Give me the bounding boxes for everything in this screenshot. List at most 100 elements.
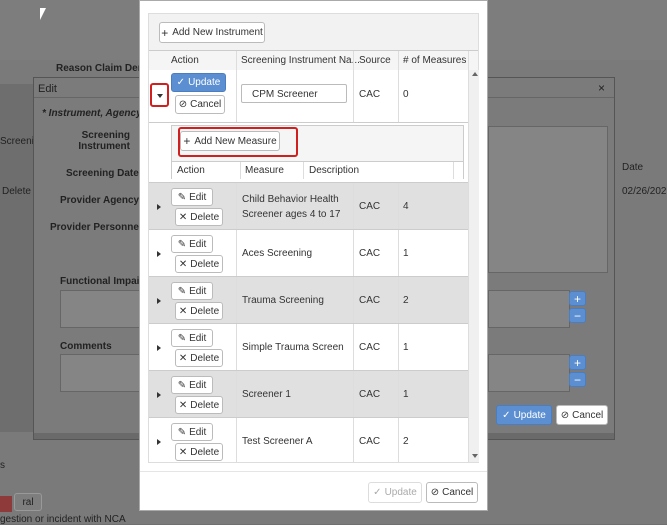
close-icon: ✕ bbox=[178, 258, 188, 270]
editing-measures: 0 bbox=[403, 89, 409, 100]
instrument-source: CAC bbox=[359, 436, 381, 447]
add-instrument-button[interactable]: + Add New Instrument bbox=[159, 22, 265, 43]
close-icon: ✕ bbox=[178, 399, 188, 411]
instrument-measures: 1 bbox=[403, 389, 409, 400]
right-panel bbox=[488, 126, 608, 273]
table-row: ✎ Edit ✕ Delete Test Screener A CAC 2 bbox=[149, 417, 469, 462]
right-date-header: Date bbox=[622, 162, 644, 173]
modal-update-button[interactable]: ✓ Update bbox=[368, 482, 422, 503]
instrument-name: Simple Trauma Screen bbox=[242, 342, 344, 353]
header-source[interactable]: Source bbox=[359, 55, 391, 66]
pencil-icon: ✎ bbox=[177, 379, 187, 391]
instrument-source: CAC bbox=[359, 248, 381, 259]
instrument-name: Trauma Screening bbox=[242, 295, 324, 306]
delete-button[interactable]: ✕ Delete bbox=[175, 255, 223, 273]
table-row: ✎ Edit ✕ Delete Simple Trauma Screen CAC 1 bbox=[149, 323, 469, 370]
instrument-source: CAC bbox=[359, 295, 381, 306]
instrument-measures: 1 bbox=[403, 342, 409, 353]
comments-textarea[interactable] bbox=[60, 354, 142, 392]
header-action[interactable]: Action bbox=[171, 55, 199, 66]
ral-button[interactable]: ral bbox=[14, 493, 42, 511]
caret-right-icon[interactable] bbox=[157, 439, 161, 445]
instrument-name-input[interactable]: CPM Screener bbox=[241, 84, 347, 103]
table-row: ✎ Edit ✕ Delete Child Behavior Health Scre… bbox=[149, 182, 469, 229]
check-icon: ✓ bbox=[373, 487, 382, 498]
header-name[interactable]: Screening Instrument Na... bbox=[241, 55, 360, 66]
instrument-measures: 2 bbox=[403, 436, 409, 447]
mouse-cursor-icon bbox=[40, 8, 46, 20]
table-row: ✎ Edit ✕ Delete Trauma Screening CAC 2 bbox=[149, 276, 469, 323]
dialog-cancel-button[interactable]: ⊘ Cancel bbox=[556, 405, 608, 425]
close-icon: ✕ bbox=[178, 446, 188, 458]
left-screen-text: Screeni bbox=[0, 136, 34, 147]
reason-claim-label: Reason Claim Deni bbox=[56, 63, 147, 74]
minus-button[interactable]: − bbox=[569, 308, 586, 323]
caret-right-icon[interactable] bbox=[157, 298, 161, 304]
add-measure-highlight bbox=[178, 127, 298, 157]
delete-button[interactable]: ✕ Delete bbox=[175, 349, 223, 367]
scroll-down-icon[interactable] bbox=[472, 454, 478, 458]
instrument-name: Aces Screening bbox=[242, 248, 313, 259]
instrument-measures: 4 bbox=[403, 201, 409, 212]
measure-header-action[interactable]: Action bbox=[177, 165, 205, 176]
caret-highlight bbox=[150, 83, 169, 107]
minus-button-2[interactable]: − bbox=[569, 372, 586, 387]
provider-agency-label: Provider Agency bbox=[60, 195, 140, 206]
plus-button[interactable]: + bbox=[569, 291, 586, 306]
ban-icon: ⊘ bbox=[560, 409, 570, 421]
ban-icon: ⊘ bbox=[178, 99, 188, 110]
edit-button[interactable]: ✎ Edit bbox=[171, 329, 213, 347]
instrument-modal: + Add New Instrument Action Screening Ins… bbox=[139, 0, 488, 511]
scroll-up-icon[interactable] bbox=[472, 72, 478, 76]
delete-button[interactable]: ✕ Delete bbox=[175, 208, 223, 226]
instrument-source: CAC bbox=[359, 342, 381, 353]
edit-button[interactable]: ✎ Edit bbox=[171, 282, 213, 300]
measure-header-measure[interactable]: Measure bbox=[245, 165, 284, 176]
plus-button-2[interactable]: + bbox=[569, 355, 586, 370]
check-icon: ✓ bbox=[502, 409, 511, 421]
edit-button[interactable]: ✎ Edit bbox=[171, 423, 213, 441]
row-update-button[interactable]: ✓ Update bbox=[171, 73, 226, 92]
right-textarea-1[interactable] bbox=[488, 290, 570, 328]
row-cancel-button[interactable]: ⊘ Cancel bbox=[175, 95, 225, 114]
left-red-badge bbox=[0, 496, 12, 512]
instrument-source: CAC bbox=[359, 201, 381, 212]
measure-header-description[interactable]: Description bbox=[309, 165, 359, 176]
comments-label: Comments bbox=[60, 341, 112, 352]
caret-right-icon[interactable] bbox=[157, 251, 161, 257]
screening-instrument-label: Screening Instrument bbox=[78, 130, 130, 152]
pencil-icon: ✎ bbox=[177, 238, 187, 250]
edit-button[interactable]: ✎ Edit bbox=[171, 188, 213, 206]
table-row: ✎ Edit ✕ Delete Aces Screening CAC 1 bbox=[149, 229, 469, 276]
provider-personnel-label: Provider Personnel bbox=[50, 222, 142, 233]
caret-right-icon[interactable] bbox=[157, 204, 161, 210]
dialog-update-button[interactable]: ✓ Update bbox=[496, 405, 552, 425]
pencil-icon: ✎ bbox=[177, 191, 187, 203]
delete-button[interactable]: ✕ Delete bbox=[175, 396, 223, 414]
grid-header: Action Screening Instrument Na... Source… bbox=[149, 50, 478, 71]
close-icon: ✕ bbox=[178, 305, 188, 317]
right-date-value: 02/26/2025 bbox=[622, 186, 667, 197]
edit-dialog-title: Edit bbox=[38, 83, 57, 95]
caret-right-icon[interactable] bbox=[157, 345, 161, 351]
functional-impairment-textarea[interactable] bbox=[60, 290, 142, 328]
edit-button[interactable]: ✎ Edit bbox=[171, 376, 213, 394]
delete-button[interactable]: ✕ Delete bbox=[175, 443, 223, 461]
grid-scrollbar[interactable] bbox=[468, 70, 479, 462]
table-row: ✎ Edit ✕ Delete Screener 1 CAC 1 bbox=[149, 370, 469, 417]
check-icon: ✓ bbox=[176, 77, 186, 88]
bottom-text: gestion or incident with NCA bbox=[0, 514, 126, 525]
header-measures[interactable]: # of Measures bbox=[403, 55, 466, 66]
left-delete-text[interactable]: Delete bbox=[2, 186, 31, 197]
plus-icon: + bbox=[161, 25, 169, 40]
delete-button[interactable]: ✕ Delete bbox=[175, 302, 223, 320]
modal-cancel-button[interactable]: ⊘ Cancel bbox=[426, 482, 478, 503]
instrument-name: Child Behavior Health Screener ages 4 to… bbox=[242, 194, 341, 220]
instrument-name: Screener 1 bbox=[242, 389, 291, 400]
close-icon[interactable]: × bbox=[598, 81, 605, 95]
caret-right-icon[interactable] bbox=[157, 392, 161, 398]
edit-button[interactable]: ✎ Edit bbox=[171, 235, 213, 253]
right-textarea-2[interactable] bbox=[488, 354, 570, 392]
pencil-icon: ✎ bbox=[177, 285, 187, 297]
left-s-text: s bbox=[0, 460, 5, 471]
